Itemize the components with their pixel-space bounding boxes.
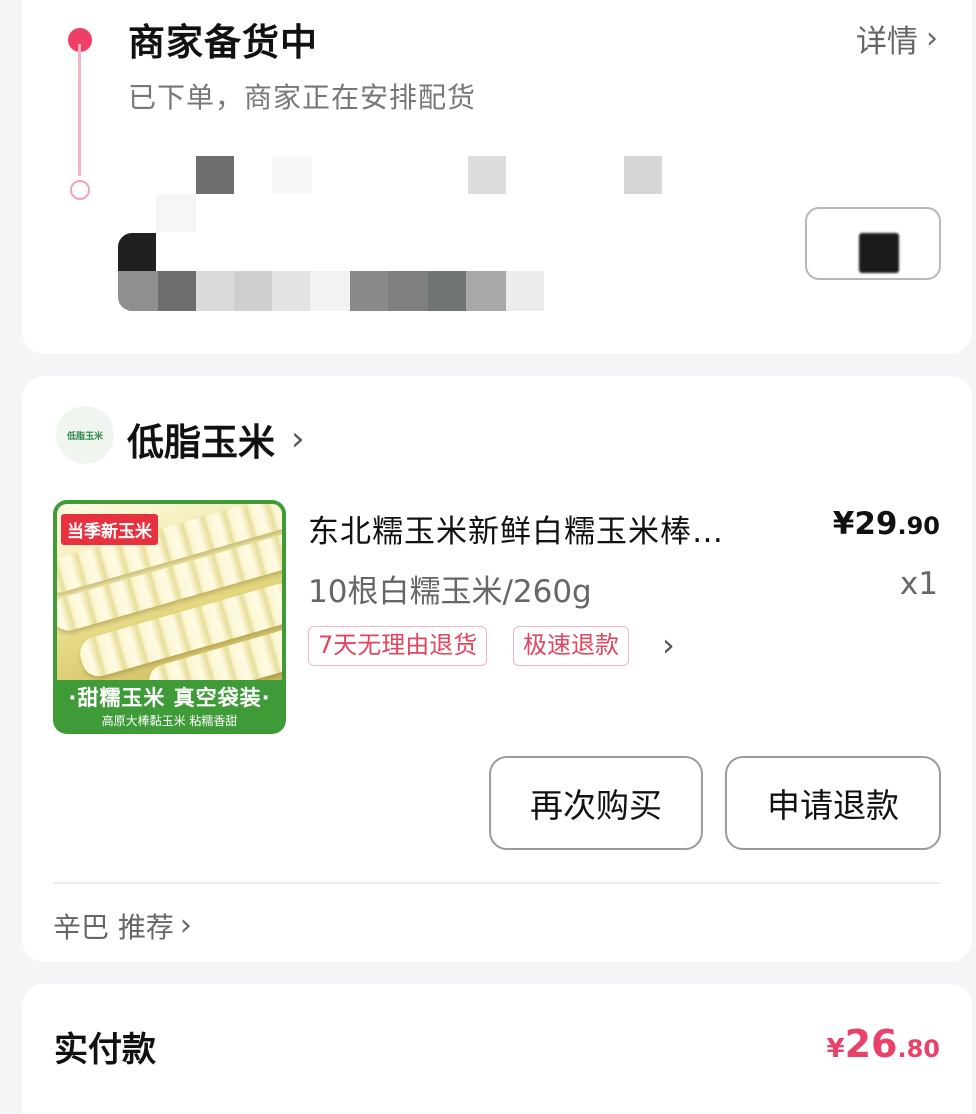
season-tag: 当季新玉米: [61, 514, 158, 545]
product-quantity: x1: [899, 566, 938, 602]
corn-photo: 当季新玉米: [57, 504, 282, 680]
detail-link[interactable]: 详情 ›: [856, 16, 938, 61]
payment-amount: ¥26.80: [827, 1022, 941, 1066]
fast-refund-tag[interactable]: 极速退款: [513, 626, 629, 666]
rebuy-button[interactable]: 再次购买: [489, 756, 703, 850]
redacted-label: [859, 233, 899, 273]
return-policy-tag[interactable]: 7天无理由退货: [308, 626, 488, 666]
recommend-label: 辛巴 推荐: [53, 911, 174, 944]
payment-decimal: .80: [897, 1035, 940, 1063]
payment-card: 实付款 ¥26.80: [22, 984, 972, 1114]
detail-link-label: 详情: [856, 24, 918, 60]
chevron-right-icon[interactable]: ›: [662, 626, 675, 664]
order-item-card: 低脂玉米 低脂玉米 › 当季新玉米 ·甜糯玉米 真空袋装· 高原大棒黏玉米 粘糯…: [22, 376, 972, 962]
divider: [53, 882, 941, 884]
shop-logo-text: 低脂玉米: [66, 431, 103, 442]
image-caption: ·甜糯玉米 真空袋装·: [68, 686, 271, 710]
order-status-card: 商家备货中 已下单，商家正在安排配货 详情 ›: [22, 0, 972, 354]
chevron-right-icon: ›: [926, 20, 938, 56]
payment-label: 实付款: [54, 1030, 156, 1070]
product-spec: 10根白糯玉米/260g: [308, 574, 592, 610]
redacted-action-button[interactable]: [805, 207, 941, 280]
price-integer: 29: [854, 506, 898, 542]
redacted-address: [22, 0, 782, 354]
shop-name-link[interactable]: 低脂玉米 ›: [127, 412, 305, 466]
image-subcaption: 高原大棒黏玉米 粘糯香甜: [101, 714, 238, 728]
product-price: ¥29.90: [833, 506, 940, 542]
shop-logo: 低脂玉米: [56, 406, 114, 464]
shop-name: 低脂玉米: [127, 421, 275, 464]
recommend-link[interactable]: 辛巴 推荐 ›: [53, 906, 192, 946]
payment-integer: 26: [844, 1022, 898, 1066]
price-currency: ¥: [832, 506, 855, 542]
chevron-right-icon: ›: [291, 419, 305, 459]
payment-currency: ¥: [826, 1034, 845, 1064]
price-decimal: .90: [897, 512, 940, 540]
refund-button[interactable]: 申请退款: [725, 756, 941, 850]
product-image[interactable]: 当季新玉米 ·甜糯玉米 真空袋装· 高原大棒黏玉米 粘糯香甜: [53, 500, 286, 734]
chevron-right-icon: ›: [179, 908, 192, 943]
product-title[interactable]: 东北糯玉米新鲜白糯玉米棒…: [308, 506, 808, 551]
